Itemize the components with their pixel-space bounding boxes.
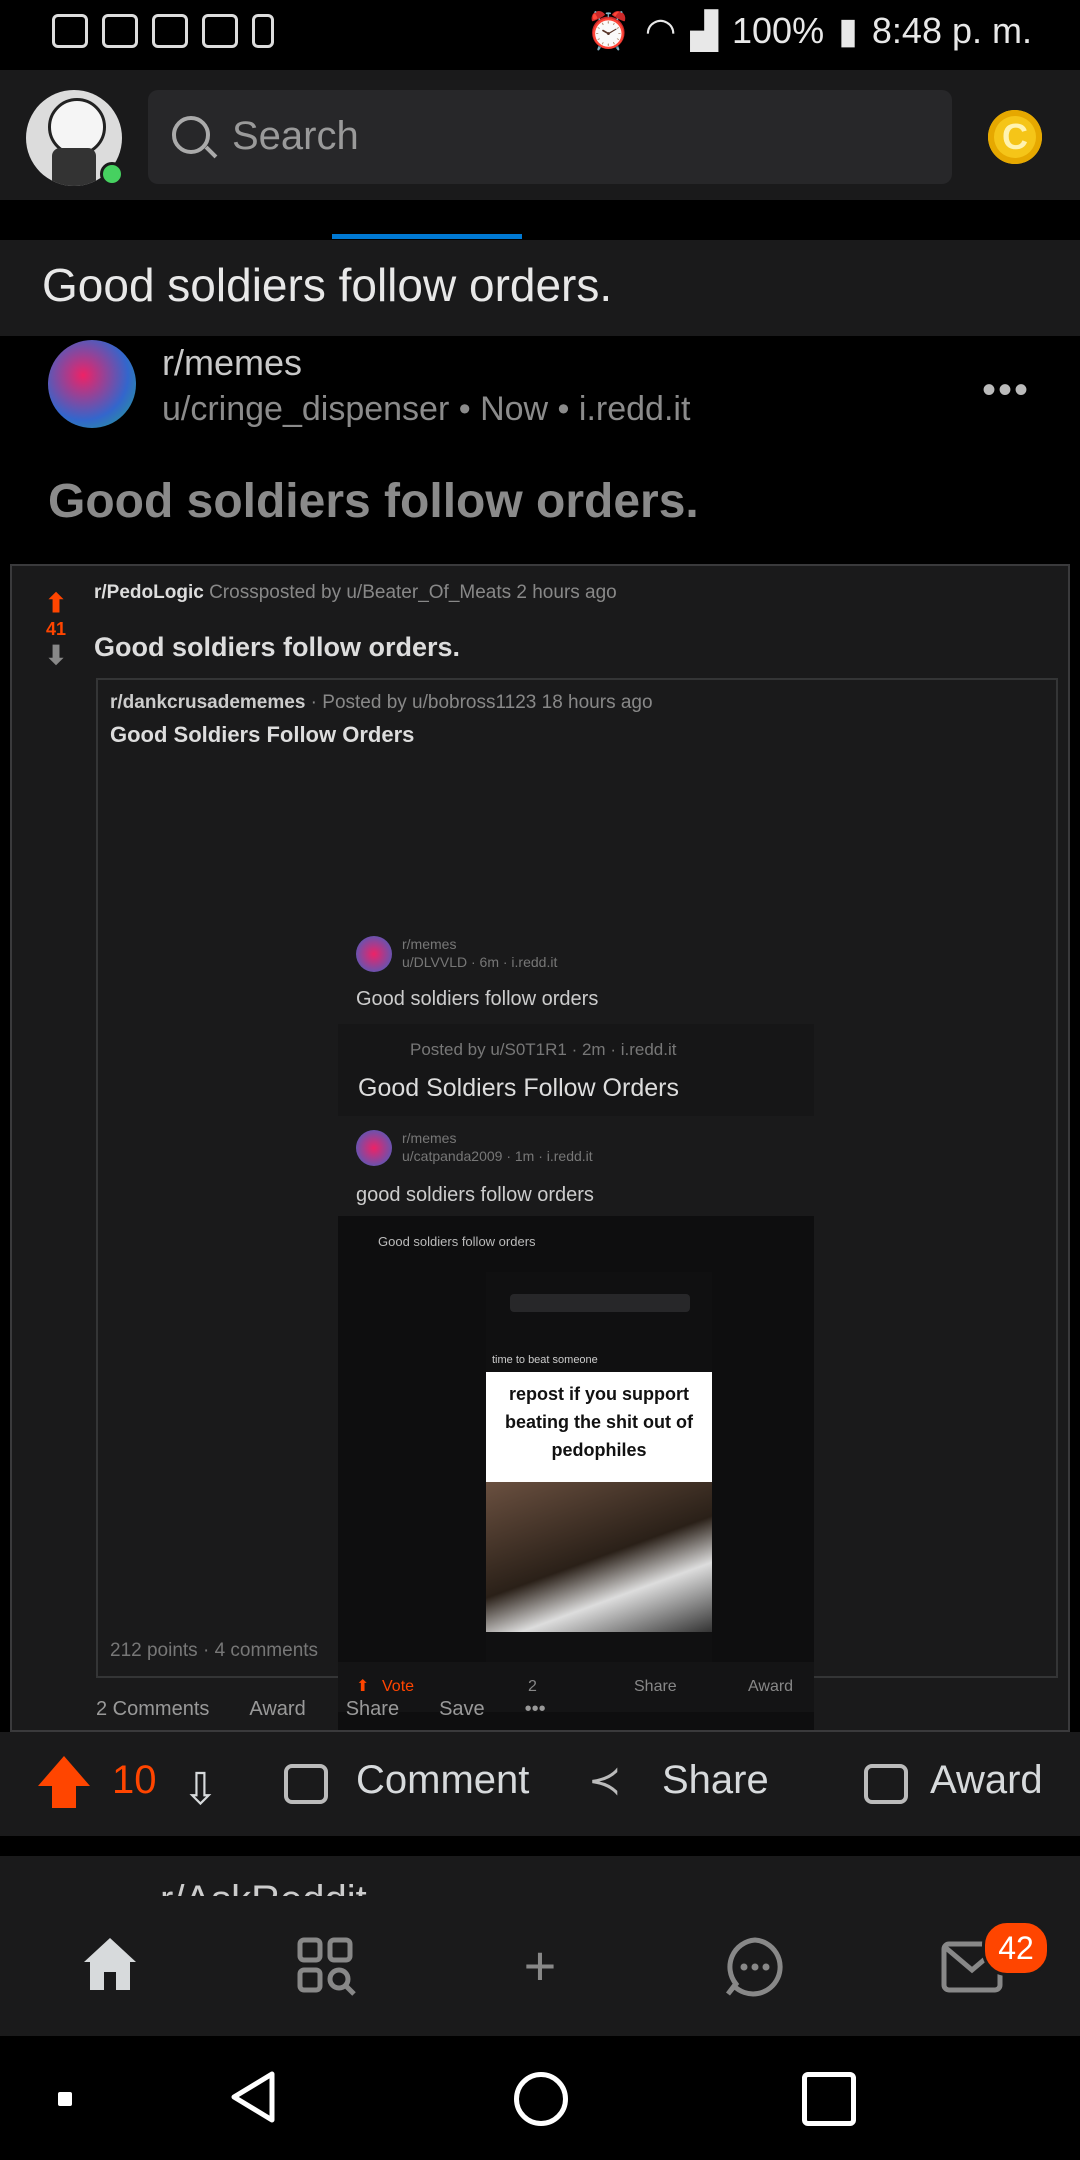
image-crosspost-header: r/PedoLogic Crossposted by u/Beater_Of_M… xyxy=(94,582,617,604)
status-bar: ⏰ ◠ ▟ 100% ▮ 8:48 p. m. xyxy=(0,0,1080,64)
nested-avatar-1 xyxy=(356,936,392,972)
battery-icon: ▮ xyxy=(838,10,858,51)
image-inner-sub: r/dankcrusadememes xyxy=(110,692,306,713)
image-action-row: 2 Comments Award Share Save ••• xyxy=(96,1698,546,1721)
clock: 8:48 p. m. xyxy=(871,10,1032,51)
recents-icon[interactable] xyxy=(802,2072,856,2126)
game-controller-icon xyxy=(102,14,138,48)
bottom-nav: + 42 xyxy=(0,1896,1080,2036)
battery-level: 100% xyxy=(732,10,825,51)
page-title: Good soldiers follow orders. xyxy=(42,259,613,311)
nested-comments: 2 xyxy=(528,1678,537,1695)
deep-nested-screenshot: time to beat someone repost if you suppo… xyxy=(486,1272,712,1696)
share-icon[interactable]: ≺ xyxy=(588,1758,622,1804)
image-inner-header: r/dankcrusadememes · Posted by u/bobross… xyxy=(110,692,653,714)
share-button[interactable]: Share xyxy=(662,1758,769,1803)
meme-caption: repost if you support beating the shit o… xyxy=(486,1372,712,1482)
subreddit-name[interactable]: r/memes xyxy=(162,342,302,384)
chat-icon[interactable] xyxy=(722,1934,788,2000)
more-options-icon[interactable]: ••• xyxy=(982,368,1030,413)
page-header: Good soldiers follow orders. xyxy=(0,240,1080,336)
nav-indicator-dot xyxy=(58,2092,72,2106)
comment-button[interactable]: Comment xyxy=(356,1758,529,1803)
subreddit-avatar[interactable] xyxy=(48,340,136,428)
image-crosspost-info: Crossposted by u/Beater_Of_Meats 2 hours… xyxy=(209,582,617,603)
create-post-icon[interactable]: + xyxy=(508,1934,572,1998)
search-bar[interactable]: Search xyxy=(148,90,952,184)
discover-icon[interactable] xyxy=(294,1934,358,1998)
online-status-dot xyxy=(100,162,124,186)
nested-post-3: r/memes u/catpanda2009 · 1m · i.redd.it … xyxy=(338,1116,814,1216)
image-award-label: Award xyxy=(249,1698,306,1720)
image-nested-screenshot: r/memes u/DLVVLD · 6m · i.redd.it Good s… xyxy=(338,884,814,1730)
play-store-icon xyxy=(202,14,238,48)
nested-share: Share xyxy=(634,1678,677,1695)
downvote-icon[interactable]: ⇩ xyxy=(182,1764,219,1815)
search-icon xyxy=(172,116,210,154)
alarm-icon: ⏰ xyxy=(586,10,631,51)
nested-post-1: r/memes u/DLVVLD · 6m · i.redd.it Good s… xyxy=(338,884,814,1024)
image-vote-count: 41 xyxy=(45,619,67,639)
nested-title-4: Good soldiers follow orders xyxy=(378,1234,536,1249)
top-app-bar: Search C xyxy=(0,70,1080,200)
signal-icon: ▟ xyxy=(690,10,719,51)
image-crosspost-sub: r/PedoLogic xyxy=(94,582,204,603)
notification-icons xyxy=(52,14,274,48)
image-share-label: Share xyxy=(345,1698,400,1720)
post-title: Good soldiers follow orders. xyxy=(48,475,699,528)
meme-photo xyxy=(486,1482,712,1632)
image-upvote-icon: ⬆ xyxy=(45,588,67,618)
image-downvote-icon: ⬇ xyxy=(45,640,67,670)
home-button-icon[interactable] xyxy=(514,2072,568,2126)
nested-award: Award xyxy=(748,1678,794,1695)
deep-search-bar xyxy=(510,1294,690,1312)
image-inner-info: · Posted by u/bobross1123 18 hours ago xyxy=(310,692,653,713)
nested-user-1: u/DLVVLD · 6m · i.redd.it xyxy=(402,954,558,970)
post-meta: u/cringe_dispenser • Now • i.redd.it xyxy=(162,390,691,428)
system-nav-bar xyxy=(0,2036,1080,2160)
next-post-peek[interactable]: r/AskReddit xyxy=(0,1856,1080,1896)
comment-icon[interactable] xyxy=(284,1764,328,1804)
award-icon[interactable] xyxy=(864,1764,908,1804)
status-indicators: ⏰ ◠ ▟ 100% ▮ 8:48 p. m. xyxy=(586,10,1032,52)
nested-title-2: Good Soldiers Follow Orders xyxy=(358,1074,679,1102)
nested-user-3: u/catpanda2009 · 1m · i.redd.it xyxy=(402,1148,593,1164)
award-button[interactable]: Award xyxy=(930,1758,1043,1803)
vote-score: 10 xyxy=(112,1758,157,1802)
news-icon xyxy=(152,14,188,48)
nested-vote-label: Vote xyxy=(382,1678,415,1695)
next-post-sub: r/AskReddit xyxy=(160,1878,367,1896)
nested-sub-1: r/memes xyxy=(402,936,457,952)
nested-vote-icon: ⬆ xyxy=(356,1678,370,1695)
nested-post-2: Posted by u/S0T1R1 · 2m · i.redd.it Good… xyxy=(338,1024,814,1116)
home-icon[interactable] xyxy=(78,1932,142,1996)
search-input[interactable]: Search xyxy=(232,114,359,159)
image-inner-footer: 212 points · 4 comments xyxy=(110,1640,319,1661)
avatar-body xyxy=(52,148,96,186)
upvote-icon[interactable] xyxy=(38,1756,90,1808)
nested-title-3: good soldiers follow orders xyxy=(356,1184,594,1206)
battery-saver-icon xyxy=(252,14,274,48)
image-inner-title: Good Soldiers Follow Orders xyxy=(110,722,415,747)
inbox-badge: 42 xyxy=(982,1920,1050,1976)
image-crosspost-title: Good soldiers follow orders. xyxy=(94,632,461,662)
nested-sub-3: r/memes xyxy=(402,1130,457,1146)
nested-title-1: Good soldiers follow orders xyxy=(356,988,599,1010)
active-tab-indicator xyxy=(332,234,522,239)
deep-title: time to beat someone xyxy=(492,1354,598,1366)
post-image[interactable]: ⬆ 41 ⬇ r/PedoLogic Crossposted by u/Beat… xyxy=(10,564,1070,1732)
coins-icon[interactable]: C xyxy=(988,110,1042,164)
image-more-icon: ••• xyxy=(524,1698,546,1720)
wifi-icon: ◠ xyxy=(644,10,677,51)
image-save-label: Save xyxy=(439,1698,485,1720)
nested-avatar-3 xyxy=(356,1130,392,1166)
back-icon[interactable] xyxy=(228,2070,278,2124)
image-vote-column: ⬆ 41 ⬇ xyxy=(36,588,76,671)
nested-info-2: Posted by u/S0T1R1 · 2m · i.redd.it xyxy=(410,1040,677,1059)
app-notification-icon xyxy=(52,14,88,48)
post-action-bar: 10 ⇩ Comment ≺ Share Award xyxy=(0,1732,1080,1836)
image-inner-card: r/dankcrusadememes · Posted by u/bobross… xyxy=(96,678,1058,1730)
image-comments-label: 2 Comments xyxy=(96,1698,210,1720)
